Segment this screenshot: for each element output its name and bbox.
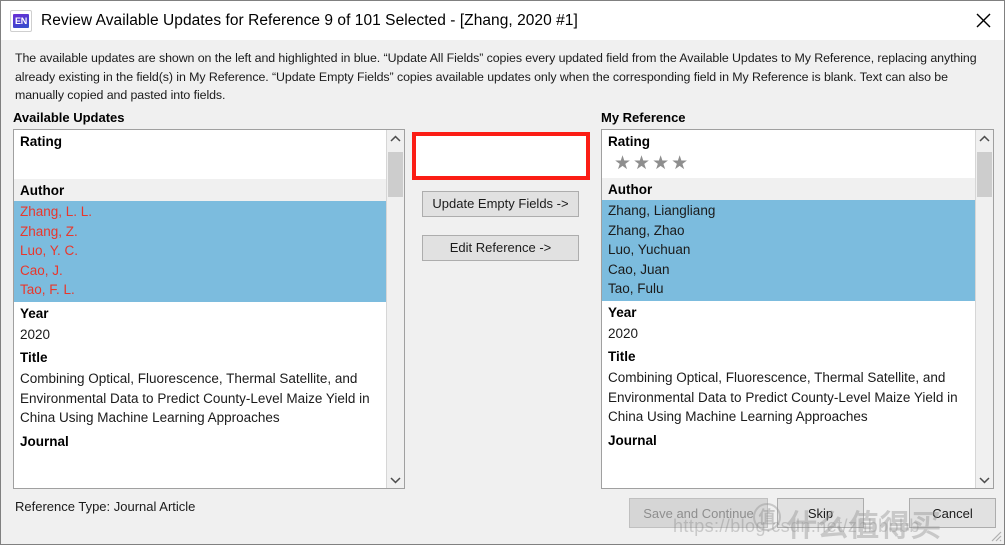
edit-reference-button[interactable]: Edit Reference -> [422,235,579,261]
field-label-title-left: Title [20,350,48,365]
chevron-up-icon [979,135,990,142]
scroll-thumb-right[interactable] [977,152,992,197]
field-label-author-right: Author [602,178,975,200]
field-value-author-left[interactable]: Zhang, L. L. Zhang, Z. Luo, Y. C. Cao, J… [14,201,386,302]
field-value-title-left[interactable]: Combining Optical, Fluorescence, Thermal… [14,368,386,430]
field-value-year-right[interactable]: 2020 [602,323,975,346]
field-value-author-right[interactable]: Zhang, Liangliang Zhang, Zhao Luo, Yuchu… [602,200,975,301]
chevron-up-icon [390,135,401,142]
save-and-continue-button[interactable]: Save and Continue [629,498,768,528]
my-reference-label: My Reference [601,110,686,125]
chevron-down-icon [390,476,401,483]
endnote-app-icon: EN [10,9,32,32]
dialog-description: The available updates are shown on the l… [1,40,1004,107]
field-value-rating-left[interactable] [14,152,386,179]
endnote-logo-text: EN [13,13,29,28]
my-reference-scrollbar[interactable] [975,130,993,488]
review-updates-dialog: EN Review Available Updates for Referenc… [0,0,1005,545]
skip-button[interactable]: Skip [777,498,864,528]
close-window-button[interactable] [960,1,1004,39]
scroll-thumb-left[interactable] [388,152,403,197]
update-empty-fields-button[interactable]: Update Empty Fields -> [422,191,579,217]
my-reference-panel: Rating ★★★★ Author Zhang, Liangliang Zha… [601,129,994,489]
field-label-journal-right: Journal [608,432,657,448]
update-empty-fields-label: Update Empty Fields -> [432,196,569,211]
cancel-label: Cancel [932,506,973,521]
scroll-down-button-left[interactable] [387,471,404,488]
scroll-up-button-left[interactable] [387,130,404,147]
field-label-title-right: Title [608,349,636,364]
available-updates-fieldlist[interactable]: Rating Author Zhang, L. L. Zhang, Z. Luo… [14,130,386,488]
annotation-rectangle [412,132,590,180]
rating-stars[interactable]: ★★★★ [602,152,975,178]
field-label-rating-right: Rating [608,134,650,149]
resize-grip-icon[interactable] [988,528,1002,542]
skip-label: Skip [807,506,834,521]
field-value-year-left[interactable]: 2020 [14,324,386,347]
scroll-down-button-right[interactable] [976,471,993,488]
field-value-title-right[interactable]: Combining Optical, Fluorescence, Thermal… [602,367,975,429]
field-label-journal-left: Journal [20,433,69,449]
my-reference-fieldlist[interactable]: Rating ★★★★ Author Zhang, Liangliang Zha… [602,130,975,488]
available-updates-panel: Rating Author Zhang, L. L. Zhang, Z. Luo… [13,129,405,489]
chevron-down-icon [979,476,990,483]
field-label-year-left: Year [20,305,49,321]
field-label-rating-left: Rating [20,134,62,149]
reference-type-status: Reference Type: Journal Article [15,499,196,514]
available-updates-scrollbar[interactable] [386,130,404,488]
dialog-titlebar: EN Review Available Updates for Referenc… [1,1,1004,40]
description-text: The available updates are shown on the l… [15,51,977,102]
save-and-continue-label: Save and Continue [643,506,754,521]
close-icon [976,13,990,27]
cancel-button[interactable]: Cancel [909,498,996,528]
field-label-year-right: Year [608,304,637,320]
dialog-title: Review Available Updates for Reference 9… [41,11,578,29]
field-label-author-left: Author [14,179,386,201]
edit-reference-label: Edit Reference -> [449,240,552,255]
available-updates-label: Available Updates [13,110,125,125]
scroll-up-button-right[interactable] [976,130,993,147]
